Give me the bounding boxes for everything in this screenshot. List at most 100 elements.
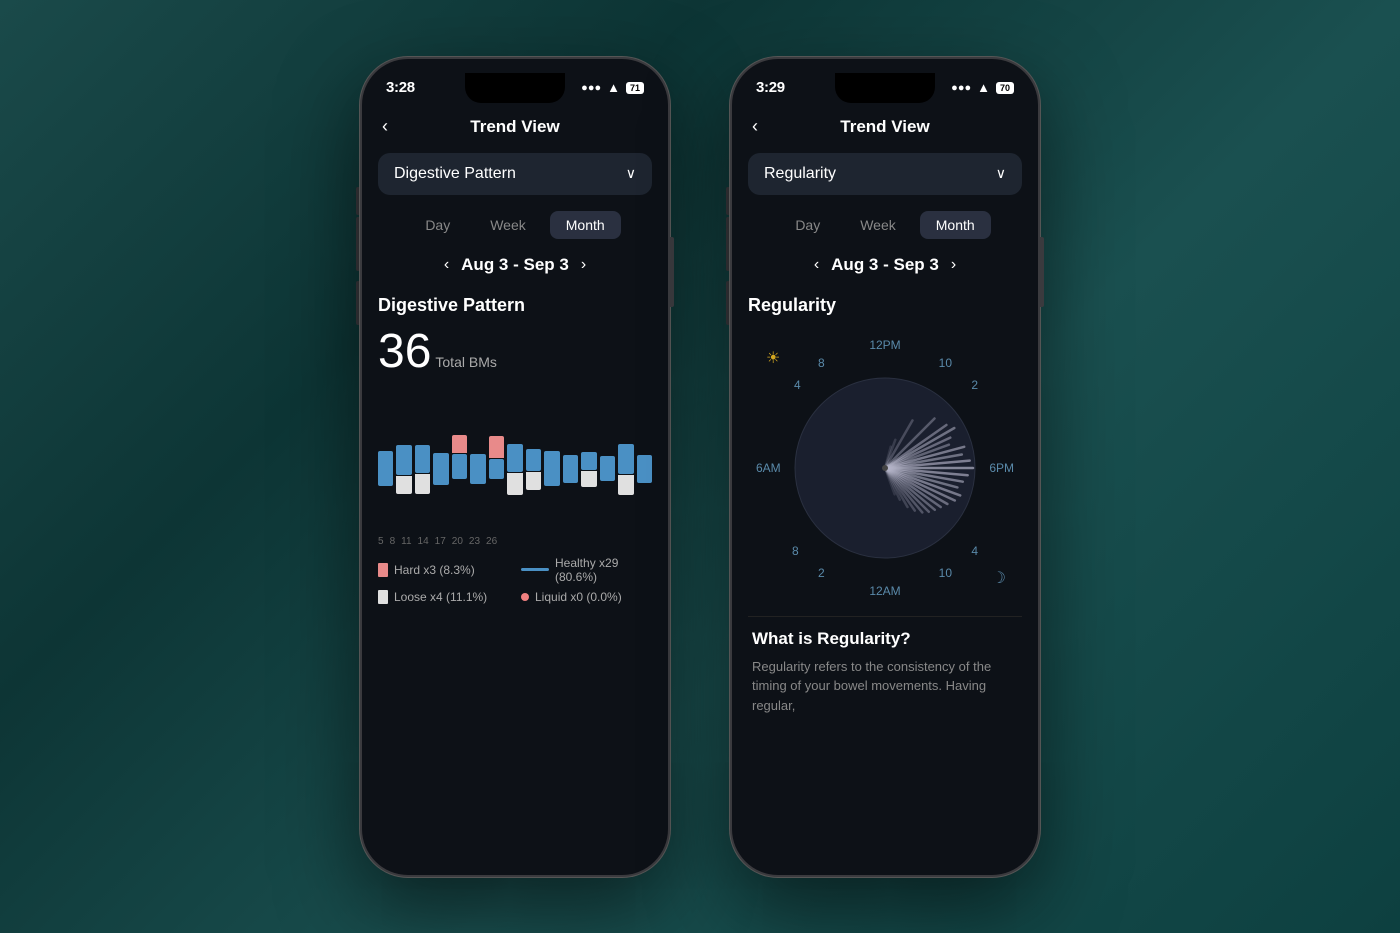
date-range-nav-2: ‹ Aug 3 - Sep 3 ›	[732, 247, 1038, 283]
nav-bar-2: ‹ Trend View	[732, 109, 1038, 145]
clock-label-12am: 12AM	[869, 584, 900, 598]
battery-badge: 71	[626, 82, 644, 94]
period-month-button-2[interactable]: Month	[920, 211, 991, 239]
phone-1: 3:28 ●●● ▲ 71 ‹ Trend View Digestive Pat…	[360, 57, 670, 877]
radial-svg	[785, 368, 985, 568]
dynamic-island-2	[835, 73, 935, 103]
legend-healthy: Healthy x29 (80.6%)	[521, 556, 652, 584]
prev-period-button[interactable]: ‹	[444, 256, 449, 274]
clock-label-10: 10	[939, 356, 952, 370]
clock-label-2: 2	[971, 378, 978, 392]
chevron-down-icon-2: ∨	[996, 165, 1006, 182]
period-selector-2: Day Week Month	[732, 203, 1038, 247]
status-bar: 3:28 ●●● ▲ 71	[362, 59, 668, 109]
bar-column	[452, 435, 467, 480]
battery-badge-2: 70	[996, 82, 1014, 94]
liquid-swatch	[521, 593, 529, 601]
clock-label-6pm: 6PM	[989, 461, 1014, 475]
bar-column	[433, 430, 448, 486]
signal-icon-2: ●●●	[951, 82, 971, 94]
date-range-nav: ‹ Aug 3 - Sep 3 ›	[362, 247, 668, 283]
loose-label: Loose x4 (11.1%)	[394, 590, 487, 604]
loose-swatch	[378, 590, 388, 604]
legend-liquid: Liquid x0 (0.0%)	[521, 590, 652, 604]
category-dropdown-2[interactable]: Regularity ∨	[748, 153, 1022, 195]
period-week-button-2[interactable]: Week	[844, 211, 912, 239]
next-period-button[interactable]: ›	[581, 256, 586, 274]
chevron-down-icon: ∨	[626, 165, 636, 182]
content-area: Digestive Pattern 36 Total BMs 58 11 14 17 2…	[362, 283, 668, 875]
status-icons: ●●● ▲ 71	[581, 80, 644, 95]
signal-icon: ●●●	[581, 82, 601, 94]
moon-icon: ☽	[992, 568, 1006, 588]
bar-column	[526, 426, 541, 490]
clock-label-2b: 2	[818, 566, 825, 580]
period-month-button[interactable]: Month	[550, 211, 621, 239]
axis-label: 26	[486, 536, 497, 547]
back-button[interactable]: ‹	[382, 116, 388, 137]
bar-column	[637, 432, 652, 484]
clock-label-8: 8	[818, 356, 825, 370]
axis-label: 17	[435, 536, 446, 547]
clock-label-10b: 10	[939, 566, 952, 580]
category-dropdown[interactable]: Digestive Pattern ∨	[378, 153, 652, 195]
healthy-label: Healthy x29 (80.6%)	[555, 556, 652, 584]
period-week-button[interactable]: Week	[474, 211, 542, 239]
dropdown-label: Digestive Pattern	[394, 165, 516, 183]
status-bar-2: 3:29 ●●● ▲ 70	[732, 59, 1038, 109]
period-day-button-2[interactable]: Day	[779, 211, 836, 239]
stat-row: 36 Total BMs	[378, 328, 652, 376]
bar-column	[600, 433, 615, 482]
clock-label-12pm: 12PM	[869, 338, 900, 352]
bar-column	[396, 422, 411, 494]
page-title: Trend View	[470, 117, 559, 137]
clock-label-4r: 4	[971, 544, 978, 558]
nav-bar: ‹ Trend View	[362, 109, 668, 145]
bar-column	[470, 431, 485, 485]
content-area-2: Regularity ☀ ☽ 12PM 6PM 12AM 6AM 10 2 4	[732, 283, 1038, 875]
bar-column	[489, 436, 504, 480]
section-title: Digestive Pattern	[378, 295, 652, 316]
period-selector: Day Week Month	[362, 203, 668, 247]
dropdown-label-2: Regularity	[764, 165, 836, 183]
healthy-swatch	[521, 568, 549, 571]
bar-column	[581, 429, 596, 487]
stat-number: 36	[378, 328, 431, 376]
next-period-button-2[interactable]: ›	[951, 256, 956, 274]
stat-label: Total BMs	[435, 354, 496, 370]
axis-label: 20	[452, 536, 463, 547]
dynamic-island	[465, 73, 565, 103]
status-time: 3:28	[386, 79, 415, 96]
bar-column	[618, 421, 633, 495]
info-text: Regularity refers to the consistency of …	[752, 657, 1018, 716]
bar-chart: 58 11 14 17 20 23 26	[378, 388, 652, 548]
bar-column	[415, 422, 430, 494]
axis-label: 8	[390, 536, 396, 547]
radial-chart-container: ☀ ☽ 12PM 6PM 12AM 6AM 10 2 4 10 8 8 2	[748, 328, 1022, 608]
clock-label-4l: 4	[794, 378, 801, 392]
bar-column	[563, 432, 578, 484]
legend-loose: Loose x4 (11.1%)	[378, 590, 509, 604]
wifi-icon: ▲	[607, 80, 620, 95]
phone-2: 3:29 ●●● ▲ 70 ‹ Trend View Regularity ∨	[730, 57, 1040, 877]
period-day-button[interactable]: Day	[409, 211, 466, 239]
clock-label-6am: 6AM	[756, 461, 781, 475]
page-title-2: Trend View	[840, 117, 929, 137]
status-time-2: 3:29	[756, 79, 785, 96]
hard-label: Hard x3 (8.3%)	[394, 563, 475, 577]
axis-label: 14	[418, 536, 429, 547]
date-range-label: Aug 3 - Sep 3	[461, 255, 569, 275]
wifi-icon-2: ▲	[977, 80, 990, 95]
axis-label: 5	[378, 536, 384, 547]
clock-label-8b: 8	[792, 544, 799, 558]
bar-column	[378, 428, 393, 487]
back-button-2[interactable]: ‹	[752, 116, 758, 137]
info-title: What is Regularity?	[752, 629, 1018, 649]
legend: Hard x3 (8.3%) Healthy x29 (80.6%) Loose…	[378, 556, 652, 604]
status-icons-2: ●●● ▲ 70	[951, 80, 1014, 95]
axis-label: 23	[469, 536, 480, 547]
sun-icon: ☀	[766, 348, 780, 368]
prev-period-button-2[interactable]: ‹	[814, 256, 819, 274]
axis-label: 11	[401, 536, 411, 547]
info-section: What is Regularity? Regularity refers to…	[748, 616, 1022, 728]
